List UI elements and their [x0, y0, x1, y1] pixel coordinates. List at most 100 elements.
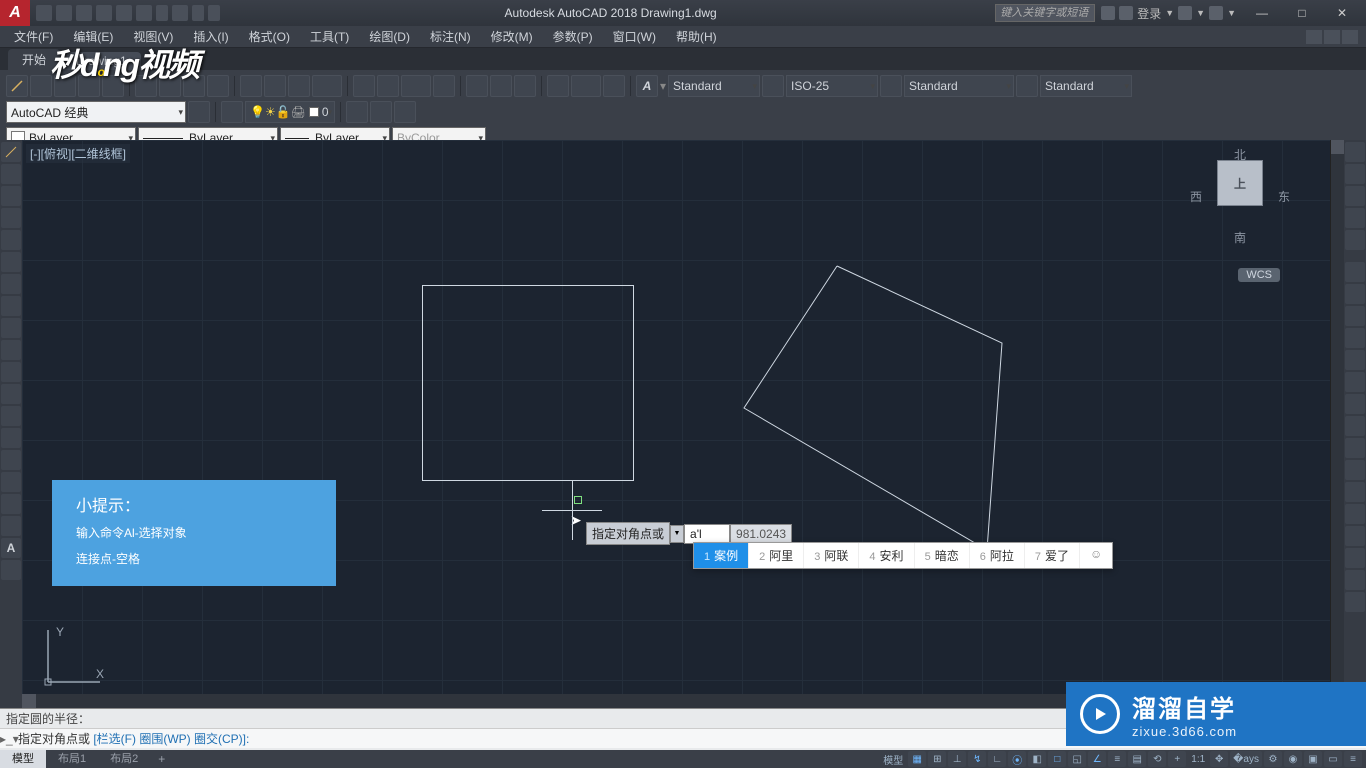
layer-manager-icon[interactable] [221, 101, 243, 123]
tool-boundary-icon[interactable] [514, 75, 536, 97]
qat-more-icon[interactable] [208, 5, 220, 21]
layer-iso-icon[interactable] [346, 101, 368, 123]
layer-off-icon[interactable] [394, 101, 416, 123]
help-icon[interactable] [1209, 6, 1223, 20]
tool-rect-icon[interactable] [102, 75, 124, 97]
nav-zoom-icon[interactable] [1345, 186, 1365, 206]
status-hardware-icon[interactable]: ◉ [1284, 751, 1302, 767]
draw-point-icon[interactable] [1, 428, 21, 448]
status-iso-icon[interactable]: ◧ [1028, 751, 1046, 767]
tab-start[interactable]: 开始 [8, 49, 60, 70]
doc-restore-icon[interactable] [1324, 30, 1340, 44]
draw-pline-icon[interactable] [1, 186, 21, 206]
status-osnap-icon[interactable]: □ [1048, 751, 1066, 767]
mod-stretch-icon[interactable] [1345, 438, 1365, 458]
dyn-input-field[interactable]: a'l [684, 524, 730, 544]
ime-candidate-bar[interactable]: 1案例 2阿里 3阿联 4安利 5暗恋 6阿拉 7爱了 ☺ [693, 542, 1113, 569]
ucs-icon[interactable]: Y X [38, 622, 108, 692]
menu-insert[interactable]: 插入(I) [183, 26, 238, 48]
mod-rotate-icon[interactable] [1345, 394, 1365, 414]
menu-draw[interactable]: 绘图(D) [359, 26, 420, 48]
tool-dimstyle-icon[interactable] [762, 75, 784, 97]
menu-tools[interactable]: 工具(T) [300, 26, 359, 48]
mod-join-icon[interactable] [1345, 526, 1365, 546]
workspace-combo[interactable]: AutoCAD 经典▾ [6, 101, 186, 123]
qat-save-icon[interactable] [76, 5, 92, 21]
ime-item-2[interactable]: 2阿里 [749, 543, 804, 568]
draw-mtext-icon[interactable]: A [1, 538, 21, 558]
tool-hatch-icon[interactable] [466, 75, 488, 97]
status-annoscale-icon[interactable]: �ays [1230, 751, 1262, 767]
tool-array-icon[interactable] [207, 75, 229, 97]
command-prompt-icon[interactable]: ▸_▾ [0, 732, 18, 746]
status-scale[interactable]: 1:1 [1188, 751, 1208, 767]
tool-table-icon[interactable] [603, 75, 625, 97]
menu-file[interactable]: 文件(F) [4, 26, 63, 48]
table-style-combo[interactable]: Standard▾ [904, 75, 1014, 97]
nav-orbit-icon[interactable] [1345, 208, 1365, 228]
ime-item-4[interactable]: 4安利 [859, 543, 914, 568]
tool-move-icon[interactable] [240, 75, 262, 97]
qat-open-icon[interactable] [56, 5, 72, 21]
qat-saveas-icon[interactable] [96, 5, 112, 21]
status-gear-icon[interactable]: ✥ [1210, 751, 1228, 767]
nav-pan-icon[interactable] [1345, 164, 1365, 184]
menu-view[interactable]: 视图(V) [123, 26, 183, 48]
menu-dimension[interactable]: 标注(N) [420, 26, 481, 48]
draw-revcloud-icon[interactable] [1, 296, 21, 316]
tool-gradient-icon[interactable] [490, 75, 512, 97]
tab-drawing1[interactable]: Drawing1 [62, 52, 141, 70]
mod-chamfer-icon[interactable] [1345, 548, 1365, 568]
draw-addsel-icon[interactable] [1, 560, 21, 580]
tool-tablestyle-icon[interactable] [880, 75, 902, 97]
draw-table-icon[interactable] [1, 516, 21, 536]
draw-region-icon[interactable] [1, 494, 21, 514]
tool-explode-icon[interactable] [433, 75, 455, 97]
close-button[interactable]: ✕ [1322, 0, 1362, 26]
draw-ellipse-icon[interactable] [1, 340, 21, 360]
menu-format[interactable]: 格式(O) [239, 26, 300, 48]
status-3dosnap-icon[interactable]: ◱ [1068, 751, 1086, 767]
draw-block-icon[interactable] [1, 406, 21, 426]
nav-wheel-icon[interactable] [1345, 142, 1365, 162]
tool-pline-icon[interactable] [30, 75, 52, 97]
mod-scale-icon[interactable] [1345, 416, 1365, 436]
draw-gradient-icon[interactable] [1, 472, 21, 492]
tool-copy-icon[interactable] [135, 75, 157, 97]
draw-arc-icon[interactable] [1, 252, 21, 272]
tool-mirror-icon[interactable] [159, 75, 181, 97]
scroll-up-icon[interactable] [1331, 140, 1344, 154]
mod-explode-icon[interactable] [1345, 592, 1365, 612]
vertical-scrollbar[interactable] [1330, 140, 1344, 708]
nav-showmotion-icon[interactable] [1345, 230, 1365, 250]
status-polar-icon[interactable]: ⦿ [1008, 751, 1026, 767]
qat-new-icon[interactable] [36, 5, 52, 21]
status-snap-icon[interactable]: ⊞ [928, 751, 946, 767]
tool-stretch-icon[interactable] [377, 75, 399, 97]
status-ortho-icon[interactable]: ∟ [988, 751, 1006, 767]
tool-dim-drop-icon[interactable] [571, 75, 601, 97]
tool-rotate-icon[interactable] [264, 75, 286, 97]
qat-undo-drop-icon[interactable] [156, 5, 168, 21]
menu-modify[interactable]: 修改(M) [481, 26, 543, 48]
tool-offset-icon[interactable] [183, 75, 205, 97]
mod-move-icon[interactable] [1345, 372, 1365, 392]
text-style-combo[interactable]: Standard▾ [668, 75, 760, 97]
tool-fillet-icon[interactable] [401, 75, 431, 97]
tool-line-icon[interactable] [6, 75, 28, 97]
mod-erase-icon[interactable] [1345, 262, 1365, 282]
mod-copy-icon[interactable] [1345, 284, 1365, 304]
qat-undo-icon[interactable] [136, 5, 152, 21]
tool-scale-icon[interactable] [353, 75, 375, 97]
mleader-style-combo[interactable]: Standard▾ [1040, 75, 1132, 97]
ime-item-7[interactable]: 7爱了 [1025, 543, 1080, 568]
doc-close-icon[interactable] [1342, 30, 1358, 44]
doc-minimize-icon[interactable] [1306, 30, 1322, 44]
draw-xline-icon[interactable] [1, 164, 21, 184]
tool-arc-icon[interactable] [78, 75, 100, 97]
status-otrack-icon[interactable]: ∠ [1088, 751, 1106, 767]
mod-fillet-icon[interactable] [1345, 570, 1365, 590]
mod-offset-icon[interactable] [1345, 328, 1365, 348]
layout-tab-1[interactable]: 布局1 [46, 750, 98, 768]
draw-rectangle-icon[interactable] [1, 230, 21, 250]
